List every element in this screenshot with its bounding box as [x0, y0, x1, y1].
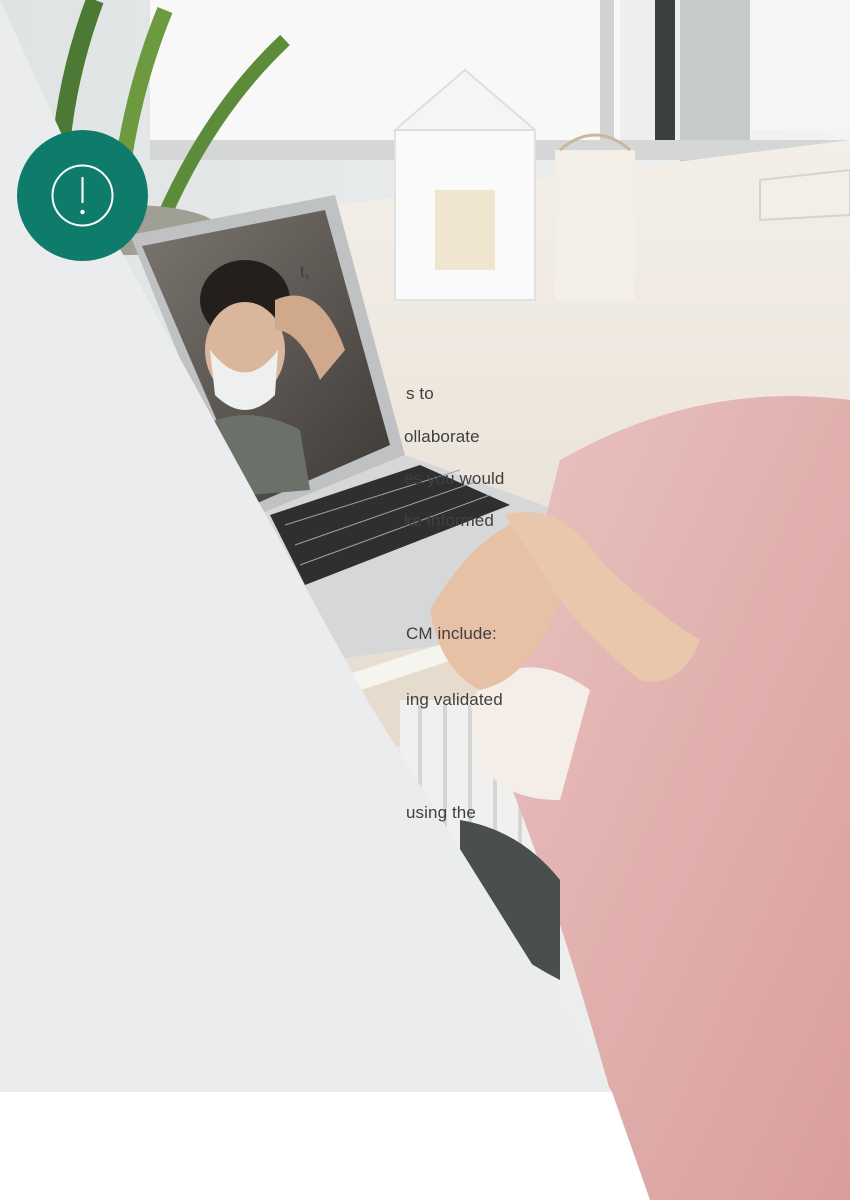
alert-badge: [17, 130, 148, 261]
footer-band: [0, 1092, 650, 1200]
exclamation-circle-icon: [51, 164, 114, 227]
